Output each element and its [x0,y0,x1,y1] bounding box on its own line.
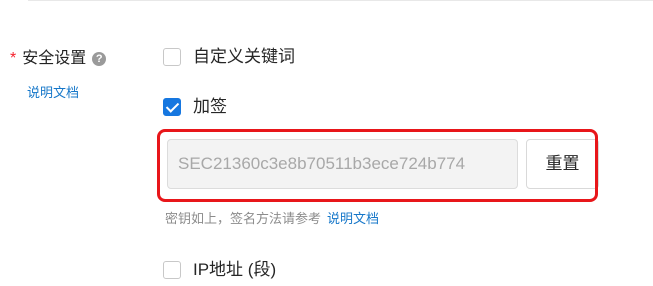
security-settings-text: 安全设置 [22,50,87,67]
secret-field[interactable]: SEC21360c3e8b70511b3ece724b774 [167,139,518,189]
sign-option[interactable]: 加签 [163,96,227,118]
doc-link-left[interactable]: 说明文档 [27,84,79,102]
secret-hint-text: 密钥如上，签名方法请参考 [165,211,322,226]
ip-address-label: IP地址 (段) [193,260,277,279]
secret-hint: 密钥如上，签名方法请参考 说明文档 [165,210,379,228]
sign-label: 加签 [193,97,227,116]
secret-hint-doc-link[interactable]: 说明文档 [327,211,379,226]
reset-button[interactable]: 重置 [526,139,599,189]
ip-address-option[interactable]: IP地址 (段) [163,259,276,281]
question-circle-icon[interactable]: ? [92,52,107,66]
ip-address-checkbox[interactable] [163,261,181,279]
security-settings-label: * 安全设置? [10,48,107,70]
custom-keyword-checkbox[interactable] [163,48,181,66]
custom-keyword-label: 自定义关键词 [193,47,295,66]
custom-keyword-option[interactable]: 自定义关键词 [163,46,295,68]
top-divider [28,0,653,1]
required-mark: * [10,50,17,67]
sign-checkbox[interactable] [163,98,181,116]
